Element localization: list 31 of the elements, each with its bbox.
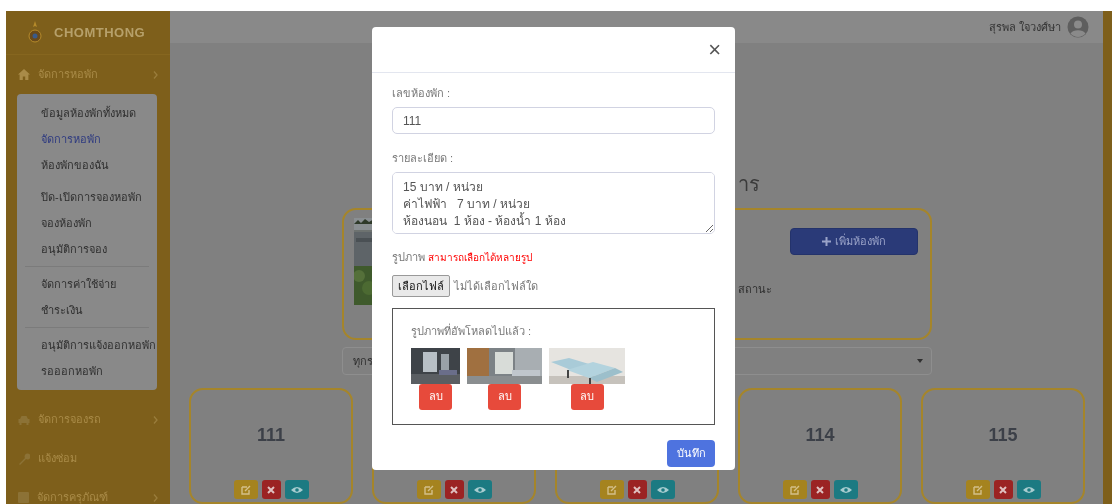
choose-file-button[interactable]: เลือกไฟล์	[392, 274, 450, 297]
images-label: รูปภาพ สามารถเลือกได้หลายรูป	[392, 249, 534, 266]
submenu-item[interactable]: จัดการค่าใช้จ่าย	[23, 271, 151, 297]
uploaded-images-title: รูปภาพที่อัพโหลดไปแล้ว :	[411, 323, 533, 340]
submenu-item[interactable]: ชำระเงิน	[23, 297, 151, 323]
room-number-label: เลขห้องพัก :	[392, 86, 452, 101]
submenu-item[interactable]: จัดการหอพัก	[23, 126, 151, 152]
close-button[interactable]: ×	[706, 38, 723, 61]
save-button[interactable]: บันทึก	[667, 440, 715, 467]
delete-image-button[interactable]: ลบ	[570, 383, 604, 410]
page-heading: าร	[737, 172, 760, 197]
file-status: ไม่ได้เลือกไฟล์ใด	[454, 278, 538, 294]
filter-value: ทุกร	[352, 353, 373, 370]
add-room-button[interactable]: เพิ่มห้องพัก	[789, 228, 918, 255]
submenu-item[interactable]: รอออกหอพัก	[23, 358, 151, 384]
delete-image-button[interactable]: ลบ	[419, 383, 452, 410]
submenu-item[interactable]: ปิด-เปิดการจองหอพัก	[23, 184, 151, 210]
room-number: 114	[805, 424, 835, 447]
delete-image-button[interactable]: ลบ	[488, 383, 521, 410]
submenu-item[interactable]: จองห้องพัก	[23, 210, 151, 236]
brand-name: CHOMTHONG	[54, 23, 146, 42]
details-label: รายละเอียด :	[392, 151, 455, 166]
room-number: 115	[988, 424, 1018, 447]
user-name: สุรพล ใจวงศ์ษา	[988, 19, 1061, 36]
status-label: สถานะ	[737, 282, 773, 297]
submenu-item[interactable]: อนุมัติการจอง	[23, 236, 151, 262]
room-number: 111	[256, 424, 285, 447]
submenu-item[interactable]: ห้องพักของฉัน	[23, 152, 151, 178]
room-number-field[interactable]: 111	[392, 107, 715, 134]
submenu-item[interactable]: ข้อมูลห้องพักทั้งหมด	[23, 100, 151, 126]
details-field[interactable]: 15 บาท / หน่วย ค่าไฟฟ้า 7 บาท / หน่วย ห้องนอน 1 ห้อง - ห้องน้ำ 1 ห้อง	[392, 172, 715, 234]
